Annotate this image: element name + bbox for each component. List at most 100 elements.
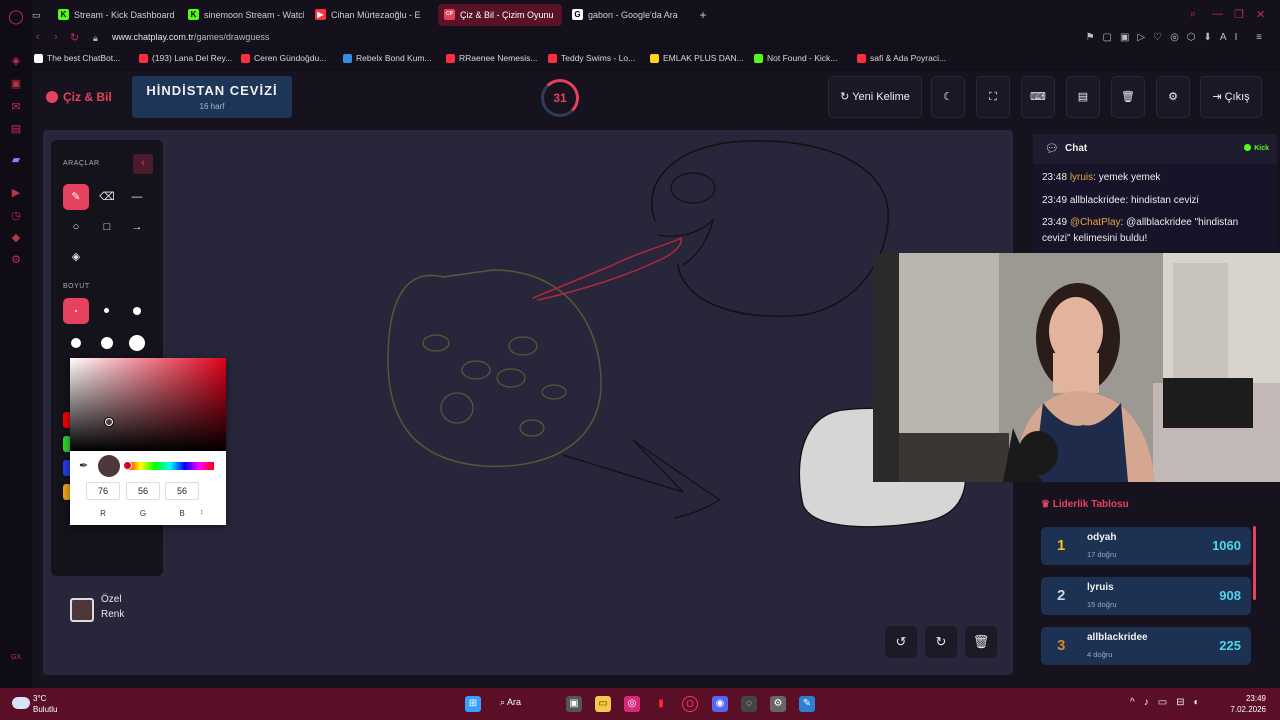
maximize-icon[interactable]: ❐ (1234, 8, 1244, 21)
youtube-icon (446, 54, 455, 63)
extensions-icon[interactable]: ◆ (8, 230, 24, 246)
size-option-4[interactable] (63, 330, 89, 356)
red-input[interactable]: 76 (86, 482, 120, 500)
circle-tool[interactable]: ○ (63, 214, 89, 240)
size-option-6[interactable] (124, 330, 150, 356)
tab-sinemoon-stream[interactable]: K sinemoon Stream - Watch (182, 4, 304, 26)
coconut-spot (519, 419, 545, 437)
settings-icon[interactable]: ⚙ (8, 252, 24, 268)
bookmark-item[interactable]: EMLAK PLUS DAN... (650, 53, 744, 63)
aria-icon[interactable]: ◈ (8, 53, 24, 69)
fullscreen-button[interactable]: ⛶ (976, 76, 1010, 118)
bookmark-item[interactable]: Rebelx Bond Kum... (343, 53, 432, 63)
extension-icons[interactable]: ⚑▢▣▷♡◎⬡⬇AI ≡ (1086, 32, 1270, 43)
hue-slider-handle[interactable] (123, 461, 132, 470)
size-dot (71, 338, 81, 348)
file-explorer-icon[interactable]: ▭ (595, 696, 611, 712)
saturation-cursor[interactable] (105, 418, 113, 426)
bookmark-item[interactable]: Teddy Swims - Lo... (548, 53, 635, 63)
task-view-icon[interactable]: ▣ (566, 696, 582, 712)
app-icon[interactable]: ✎ (799, 696, 815, 712)
kick-icon: K (188, 9, 199, 20)
logout-icon: ⇥ (1212, 91, 1225, 103)
discord-icon[interactable]: ◉ (712, 696, 728, 712)
custom-color-label[interactable]: Özel Renk (101, 592, 124, 622)
size-option-1[interactable] (63, 298, 89, 324)
mail-icon[interactable]: ▤ (8, 121, 24, 137)
size-option-5[interactable] (94, 330, 120, 356)
undo-button[interactable]: ↺ (885, 626, 917, 658)
size-option-2[interactable] (94, 298, 120, 324)
brush-tool[interactable]: ✎ (63, 184, 89, 210)
line-tool[interactable]: — (124, 184, 150, 210)
close-icon[interactable]: ✕ (1256, 8, 1265, 21)
forward-icon[interactable]: › (54, 31, 58, 43)
archive-button[interactable]: ▤ (1066, 76, 1100, 118)
start-icon[interactable]: ⊞ (465, 696, 481, 712)
tab-youtube[interactable]: ▶ Cihan Mürtezaoğlu - E (309, 4, 431, 26)
url-field[interactable]: www.chatplay.com.tr/games/drawguess (112, 32, 269, 42)
leaderboard-scrollbar[interactable] (1253, 526, 1256, 600)
custom-color-swatch[interactable] (70, 598, 94, 622)
leaderboard-row: 2 lyruis 15 doğru 908 (1041, 577, 1251, 615)
exit-button[interactable]: ⇥ Çıkış (1200, 76, 1262, 118)
bookmark-item[interactable]: Not Found - Kick... (754, 53, 837, 63)
bookmark-item[interactable]: safi & Ada Poyraci... (857, 53, 946, 63)
messenger-icon[interactable]: ✉ (8, 99, 24, 115)
saturation-area[interactable] (70, 358, 226, 451)
kick-icon: K (58, 9, 69, 20)
chat-panel: 💬︎ Chat Kick 23:48 lyruis: yemek yemek 2… (1033, 134, 1277, 254)
rectangle-tool[interactable]: □ (94, 214, 120, 240)
taskbar-search[interactable]: ⌕ Ara (500, 697, 521, 708)
keyboard-button[interactable]: ⌨ (1021, 76, 1055, 118)
arrow-tool[interactable]: → (124, 214, 150, 240)
obs-icon[interactable]: ◌ (741, 696, 757, 712)
opera-gx-icon[interactable]: O (682, 696, 698, 712)
opera-logo-icon[interactable]: ◯ (8, 8, 24, 24)
workspace-icon[interactable]: ▣ (8, 76, 24, 92)
history-icon[interactable]: ◷ (8, 208, 24, 224)
tab-google-search[interactable]: G gabon - Google'da Ara (566, 4, 690, 26)
tab-kick-dashboard[interactable]: K Stream - Kick Dashboard (52, 4, 182, 26)
settings-button[interactable]: ⚙ (1156, 76, 1190, 118)
blue-input[interactable]: 56 (165, 482, 199, 500)
size-option-3[interactable] (124, 298, 150, 324)
clear-canvas-button[interactable]: 🗑︎ (965, 626, 997, 658)
reload-icon[interactable]: ↻ (70, 31, 79, 44)
tab-menu-icon[interactable]: ▭ (32, 4, 44, 26)
weather-widget[interactable]: 3°C Bulutlu (33, 693, 57, 715)
search-tabs-icon[interactable]: ⌕ (1190, 8, 1196, 21)
tab-ciz-bil[interactable]: CP Çiz & Bil - Çizim Oyunu (438, 4, 562, 26)
app-logo[interactable]: Çiz & Bil (46, 90, 112, 104)
reset-button[interactable]: 🗑︎ (1111, 76, 1145, 118)
coconut-spot (422, 334, 450, 352)
format-toggle[interactable]: ↕ (200, 509, 204, 516)
green-input[interactable]: 56 (126, 482, 160, 500)
collapse-panel-button[interactable]: ‹ (133, 154, 153, 174)
gx-icon[interactable]: GX (8, 650, 24, 666)
twitch-icon[interactable]: ▰ (8, 152, 24, 168)
minimize-icon[interactable]: — (1212, 8, 1223, 20)
clock[interactable]: 23:49 7.02.2026 (1230, 693, 1266, 715)
bookmark-item[interactable]: The best ChatBot... (34, 53, 120, 63)
hue-slider[interactable] (126, 462, 214, 470)
head-outline (651, 140, 889, 317)
back-icon[interactable]: ‹ (36, 31, 40, 43)
new-word-button[interactable]: ↻ Yeni Kelime (828, 76, 922, 118)
player-icon[interactable]: ▶ (8, 185, 24, 201)
bookmark-item[interactable]: Ceren Gündoğdu... (241, 53, 326, 63)
bookmark-item[interactable]: RRaenee Nemesis... (446, 53, 537, 63)
fill-tool[interactable]: ◈ (63, 244, 89, 270)
eraser-tool[interactable]: ⌫ (94, 184, 120, 210)
redo-button[interactable]: ↻ (925, 626, 957, 658)
app-red-icon[interactable]: ▮ (653, 696, 669, 712)
theme-toggle-button[interactable]: ☾ (931, 76, 965, 118)
window-controls: ⌕ — ❐ ✕ (1190, 0, 1280, 30)
instagram-icon[interactable]: ◎ (624, 696, 640, 712)
app-icon[interactable]: ⚙ (770, 696, 786, 712)
eyedropper-icon[interactable]: ✒ (79, 459, 88, 472)
new-tab-button[interactable]: + (694, 4, 712, 26)
bookmark-item[interactable]: (193) Lana Del Rey... (139, 53, 232, 63)
system-tray[interactable]: ^♪▭⊟◐ (1130, 697, 1209, 708)
coconut-spot (440, 392, 474, 424)
